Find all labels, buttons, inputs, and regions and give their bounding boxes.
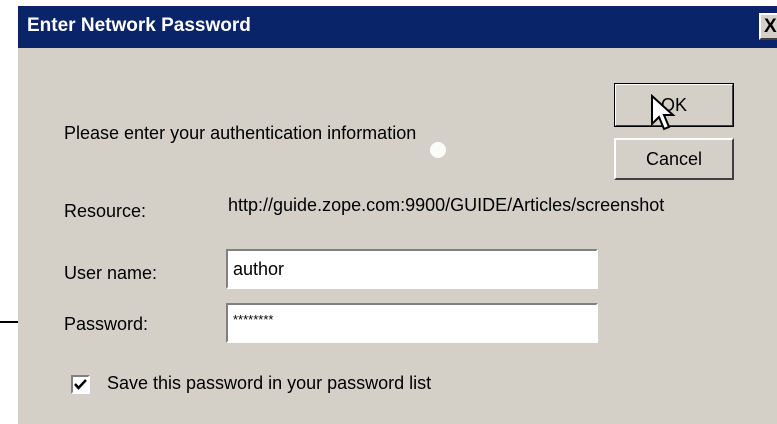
title-bar: Enter Network Password X <box>18 6 777 48</box>
save-password-checkbox[interactable] <box>71 375 90 394</box>
prompt-text: Please enter your authentication informa… <box>64 123 417 143</box>
resource-url: http://guide.zope.com:9900/GUIDE/Article… <box>228 195 665 215</box>
save-password-label: Save this password in your password list <box>107 373 432 393</box>
check-icon <box>74 379 87 390</box>
network-password-dialog: Enter Network Password X Please enter yo… <box>18 6 777 424</box>
light-glare <box>430 142 446 158</box>
close-icon[interactable]: X <box>759 13 777 40</box>
password-field[interactable]: ******** <box>226 303 598 343</box>
cancel-button[interactable]: Cancel <box>614 138 734 180</box>
resource-label: Resource: <box>64 201 147 221</box>
password-label: Password: <box>64 314 149 334</box>
dialog-title: Enter Network Password <box>27 15 251 36</box>
username-label: User name: <box>64 263 158 283</box>
username-field[interactable]: author <box>226 249 598 289</box>
mouse-pointer-icon <box>651 94 676 131</box>
